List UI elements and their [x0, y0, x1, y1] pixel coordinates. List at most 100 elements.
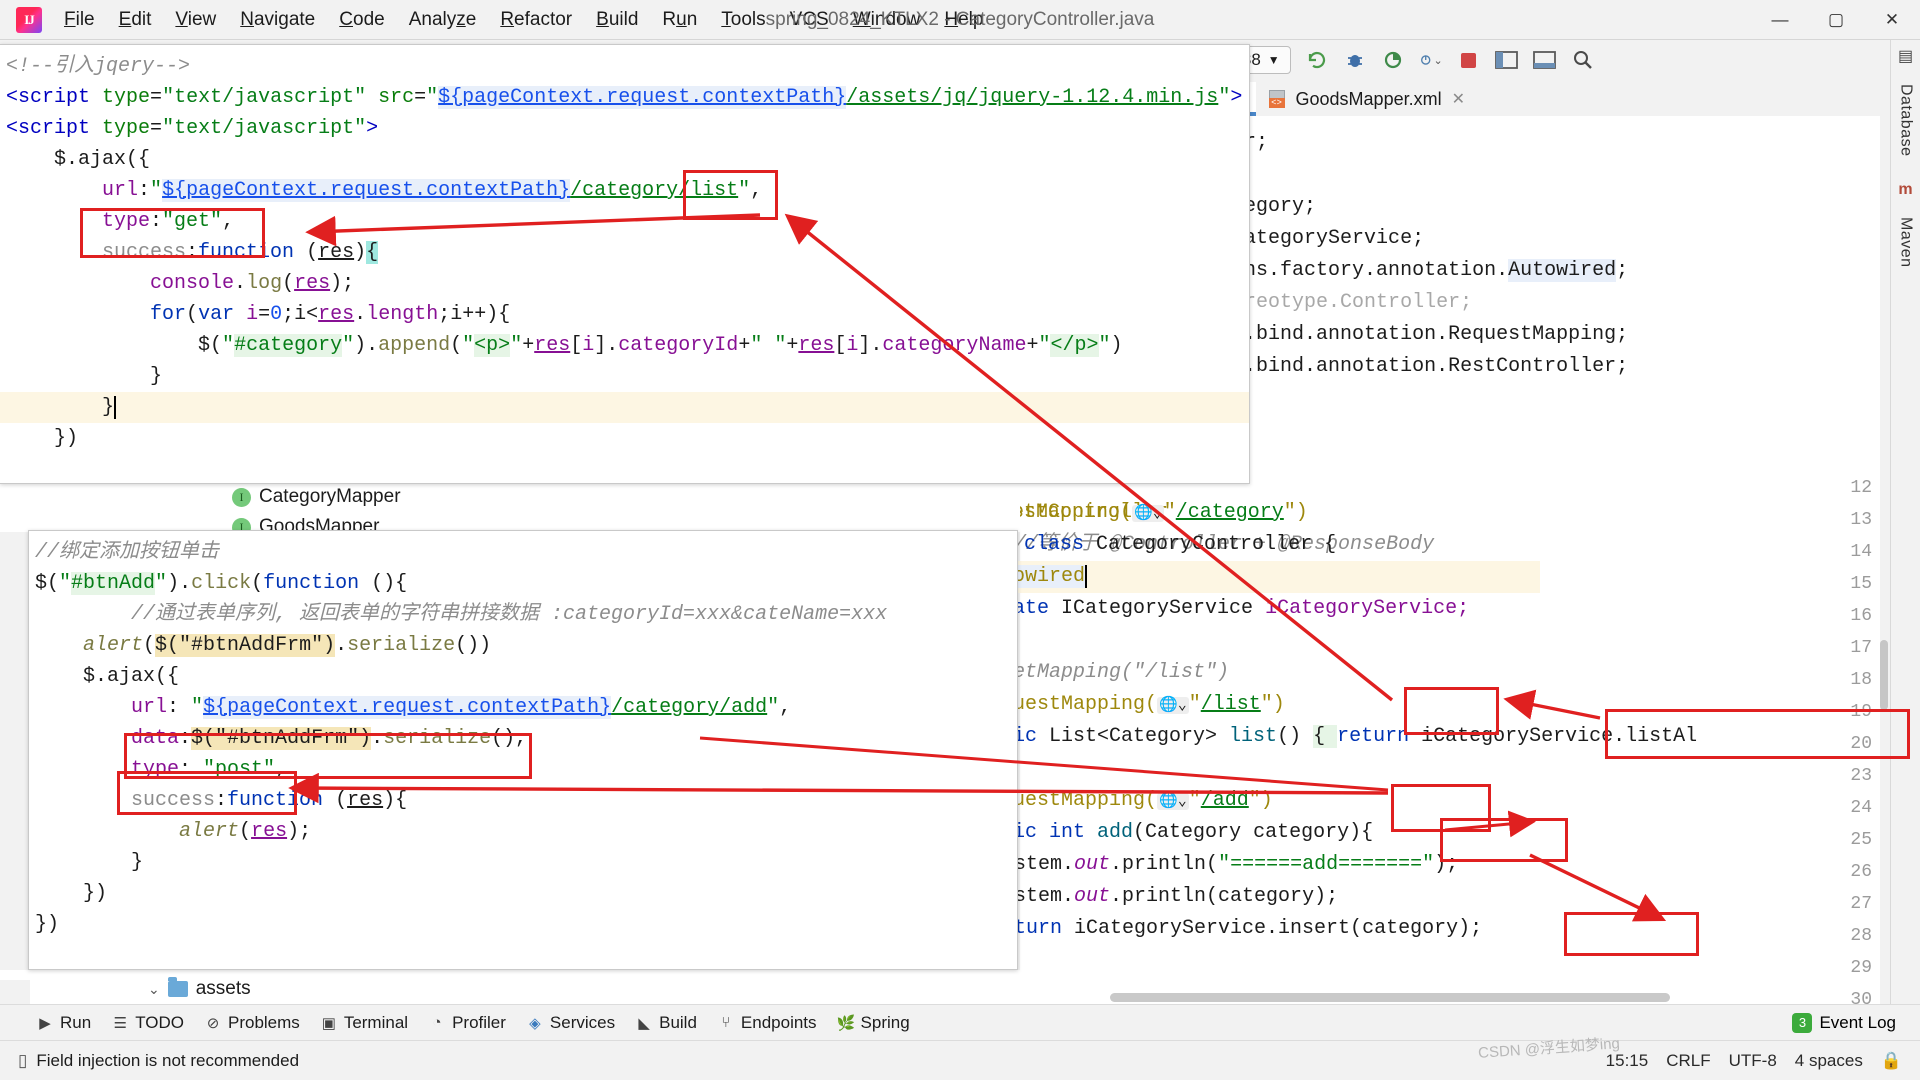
layout-icon[interactable]	[1495, 48, 1519, 72]
interface-icon: I	[232, 488, 251, 507]
line-number: 24	[1832, 798, 1872, 818]
stop-icon[interactable]	[1457, 48, 1481, 72]
snippet-line: type: "post",	[29, 754, 1017, 785]
maximize-button[interactable]: ▢	[1808, 0, 1864, 40]
tool-window-problems[interactable]: ⊘Problems	[204, 1013, 300, 1033]
build-icon: ◣	[635, 1014, 653, 1032]
tool-window-terminal[interactable]: ▣Terminal	[320, 1013, 408, 1033]
chevron-down-icon[interactable]: ▼	[1268, 53, 1280, 67]
menu-help[interactable]: Help	[932, 7, 995, 33]
snippet-line: <script type="text/javascript">	[0, 113, 1249, 144]
line-number: 29	[1832, 958, 1872, 978]
line-number: 15	[1832, 574, 1872, 594]
menu-refactor[interactable]: Refactor	[488, 7, 584, 33]
line-number: 14	[1832, 542, 1872, 562]
event-log-button[interactable]: 3 Event Log	[1792, 1013, 1896, 1033]
chevron-down-icon[interactable]: ⌄	[148, 981, 160, 998]
snippet-line: <script type="text/javascript" src="${pa…	[0, 82, 1249, 113]
minimize-button[interactable]: —	[1752, 0, 1808, 40]
tool-window-profiler[interactable]: ◔Profiler	[428, 1013, 506, 1033]
snippet-line: $.ajax({	[29, 661, 1017, 692]
tab-label: GoodsMapper.xml	[1296, 89, 1442, 110]
terminal-window-icon[interactable]	[1533, 48, 1557, 72]
tool-window-todo[interactable]: ☰TODO	[111, 1013, 184, 1033]
database-icon[interactable]: ▤	[1896, 46, 1916, 66]
status-line-separator[interactable]: CRLF	[1666, 1051, 1710, 1071]
lock-icon[interactable]: 🔒	[1881, 1051, 1902, 1071]
tree-item-category-mapper[interactable]: I CategoryMapper	[232, 486, 401, 508]
horizontal-scrollbar[interactable]	[1110, 993, 1670, 1002]
logo-text: IJ	[24, 12, 34, 28]
menu-view[interactable]: View	[163, 7, 228, 33]
intellij-logo-icon: IJ	[16, 7, 42, 33]
line-number: 23	[1832, 766, 1872, 786]
status-bar: ▯ Field injection is not recommended 15:…	[0, 1040, 1920, 1080]
snippet-line: }	[0, 392, 1249, 423]
menu-navigate[interactable]: Navigate	[228, 7, 327, 33]
menu-code[interactable]: Code	[327, 7, 396, 33]
coverage-icon[interactable]	[1381, 48, 1405, 72]
field-declaration: private ICategoryService iCategoryServic…	[940, 593, 1469, 625]
line-number: 27	[1832, 894, 1872, 914]
debug-icon[interactable]	[1343, 48, 1367, 72]
tree-item-label: assets	[196, 978, 251, 1000]
tool-window-build[interactable]: ◣Build	[635, 1013, 697, 1033]
snippet-line: data:$("#btnAddFrm").serialize(),	[29, 723, 1017, 754]
snippet-line: })	[29, 878, 1017, 909]
snippet-line: $.ajax({	[0, 144, 1249, 175]
window-controls[interactable]: — ▢ ✕	[1752, 0, 1920, 40]
snippet-line: <!--引入jqery-->	[0, 51, 1249, 82]
menu-bar[interactable]: File Edit View Navigate Code Analyze Ref…	[52, 7, 995, 33]
code-snippet-overlay-top: <!--引入jqery--> <script type="text/javasc…	[0, 44, 1250, 484]
rerun-icon[interactable]	[1305, 48, 1329, 72]
snippet-line: $("#btnAdd").click(function (){	[29, 568, 1017, 599]
endpoints-icon: ⑂	[717, 1014, 735, 1031]
menu-window[interactable]: Window	[841, 7, 933, 33]
snippet-line: url:"${pageContext.request.contextPath}/…	[0, 175, 1249, 206]
snippet-line: success:function (res){	[0, 237, 1249, 268]
status-indent[interactable]: 4 spaces	[1795, 1051, 1863, 1071]
line-number: 12	[1832, 478, 1872, 498]
line-number: 28	[1832, 926, 1872, 946]
project-tree-sliver: I CategoryMapper I GoodsMapper	[0, 484, 1020, 532]
snippet-line: //通过表单序列, 返回表单的字符串拼接数据 :categoryId=xxx&c…	[29, 599, 1017, 630]
menu-file[interactable]: File	[52, 7, 107, 33]
search-icon[interactable]	[1571, 48, 1595, 72]
profiler-icon: ◔	[428, 1014, 446, 1031]
tool-window-bar: ▶Run ☰TODO ⊘Problems ▣Terminal ◔Profiler…	[0, 1004, 1920, 1040]
menu-tools[interactable]: Tools	[709, 7, 777, 33]
line-number: 17	[1832, 638, 1872, 658]
method-list: public List<Category> list() { return iC…	[940, 721, 1697, 753]
menu-build[interactable]: Build	[584, 7, 650, 33]
tool-button-database[interactable]: Database	[1897, 84, 1915, 157]
profile-icon[interactable]: ⌄	[1419, 48, 1443, 72]
play-icon: ▶	[36, 1014, 54, 1032]
tab-goods-mapper[interactable]: <> GoodsMapper.xml ✕	[1256, 82, 1477, 116]
menu-edit[interactable]: Edit	[107, 7, 164, 33]
menu-analyze[interactable]: Analyze	[397, 7, 489, 33]
menu-vcs[interactable]: VCS	[778, 7, 841, 33]
snippet-line: type:"get",	[0, 206, 1249, 237]
event-count-badge: 3	[1792, 1013, 1812, 1033]
line-number: 13	[1832, 510, 1872, 530]
event-log-label: Event Log	[1819, 1013, 1896, 1033]
vertical-scrollbar[interactable]	[1880, 640, 1888, 710]
title-bar: IJ File Edit View Navigate Code Analyze …	[0, 0, 1920, 40]
terminal-icon: ▣	[320, 1014, 338, 1032]
tool-window-endpoints[interactable]: ⑂Endpoints	[717, 1013, 817, 1033]
ide-window: IJ File Edit View Navigate Code Analyze …	[0, 0, 1920, 1080]
tool-window-services[interactable]: ◈Services	[526, 1013, 615, 1033]
tool-button-maven[interactable]: Maven	[1897, 217, 1915, 268]
xml-file-icon: <>	[1268, 90, 1288, 108]
maven-icon[interactable]: m	[1896, 181, 1916, 199]
snippet-line: success:function (res){	[29, 785, 1017, 816]
tool-window-run[interactable]: ▶Run	[36, 1013, 91, 1033]
close-icon[interactable]: ✕	[1452, 89, 1465, 109]
folder-icon	[168, 981, 188, 997]
tree-item-assets[interactable]: ⌄ assets	[148, 978, 251, 1000]
menu-run[interactable]: Run	[650, 7, 709, 33]
close-button[interactable]: ✕	[1864, 0, 1920, 40]
tool-window-spring[interactable]: 🌿Spring	[837, 1013, 910, 1033]
snippet-line: $("#category").append("<p>"+res[i].categ…	[0, 330, 1249, 361]
status-encoding[interactable]: UTF-8	[1729, 1051, 1777, 1071]
